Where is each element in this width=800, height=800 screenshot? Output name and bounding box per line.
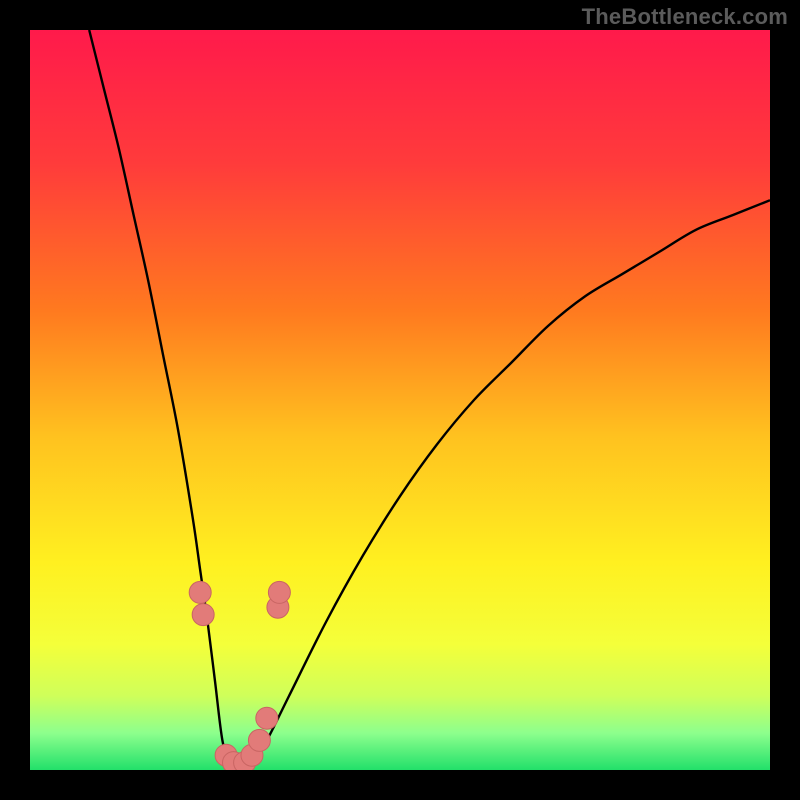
data-marker (248, 729, 270, 751)
chart-frame: TheBottleneck.com (0, 0, 800, 800)
data-marker (189, 581, 211, 603)
data-marker (268, 581, 290, 603)
watermark-text: TheBottleneck.com (582, 4, 788, 30)
data-marker (192, 604, 214, 626)
data-marker (256, 707, 278, 729)
plot-background (30, 30, 770, 770)
bottleneck-plot (30, 30, 770, 770)
